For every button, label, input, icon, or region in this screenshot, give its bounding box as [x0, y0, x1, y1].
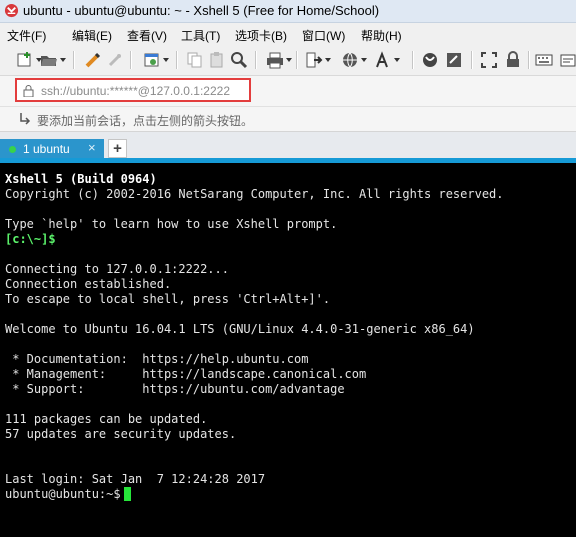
- paste-icon[interactable]: [208, 50, 226, 70]
- disconnect-icon[interactable]: [84, 50, 102, 70]
- transfer-icon[interactable]: [305, 50, 331, 70]
- connection-status-icon: [9, 146, 16, 153]
- hint-bar: 要添加当前会话，点击左侧的箭头按钮。: [0, 107, 576, 132]
- terminal-area[interactable]: Xshell 5 (Build 0964) Copyright (c) 2002…: [0, 163, 576, 537]
- close-tab-icon[interactable]: ×: [88, 140, 96, 155]
- window-title: ubuntu - ubuntu@ubuntu: ~ - Xshell 5 (Fr…: [23, 3, 380, 18]
- terminal-line: Last login: Sat Jan 7 12:24:28 2017: [5, 472, 266, 486]
- add-session-arrow-icon[interactable]: [18, 112, 32, 126]
- new-session-icon[interactable]: [16, 50, 42, 70]
- title-bar: ubuntu - ubuntu@ubuntu: ~ - Xshell 5 (Fr…: [0, 0, 576, 23]
- compose-icon[interactable]: [560, 50, 576, 70]
- xftp-icon[interactable]: [421, 50, 439, 70]
- open-folder-icon[interactable]: [40, 50, 66, 70]
- menu-help[interactable]: 帮助(H): [361, 27, 402, 44]
- terminal-line: Copyright (c) 2002-2016 NetSarang Comput…: [5, 187, 504, 201]
- menu-file[interactable]: 文件(F): [7, 27, 46, 44]
- reconnect-icon[interactable]: [106, 50, 124, 70]
- terminal-line: Welcome to Ubuntu 16.04.1 LTS (GNU/Linux…: [5, 322, 475, 336]
- terminal-line: * Management: https://landscape.canonica…: [5, 367, 367, 381]
- xshell-app-icon: [4, 3, 19, 18]
- script-icon[interactable]: [445, 50, 463, 70]
- local-prompt: [c:\~]$: [5, 232, 56, 246]
- menu-tools[interactable]: 工具(T): [181, 27, 220, 44]
- terminal-line: * Support: https://ubuntu.com/advantage: [5, 382, 345, 396]
- font-icon[interactable]: [374, 50, 400, 70]
- terminal-cursor: [124, 487, 131, 501]
- terminal-line: Connecting to 127.0.0.1:2222...: [5, 262, 229, 276]
- menu-bar: 文件(F) 编辑(E) 查看(V) 工具(T) 选项卡(B) 窗口(W) 帮助(…: [0, 23, 576, 45]
- xshell-window: ubuntu - ubuntu@ubuntu: ~ - Xshell 5 (Fr…: [0, 0, 576, 537]
- menu-window[interactable]: 窗口(W): [302, 27, 345, 44]
- terminal-line: Type `help' to learn how to use Xshell p…: [5, 217, 338, 231]
- terminal-line: 57 updates are security updates.: [5, 427, 237, 441]
- tab-bar: 1 ubuntu × +: [0, 132, 576, 163]
- terminal-line: Xshell 5 (Build 0964): [5, 172, 157, 186]
- address-input[interactable]: ssh://ubuntu:******@127.0.0.1:2222: [41, 84, 230, 98]
- lock-screen-icon[interactable]: [504, 50, 522, 70]
- menu-edit[interactable]: 编辑(E): [72, 27, 112, 44]
- globe-icon[interactable]: [341, 50, 367, 70]
- address-field[interactable]: ssh://ubuntu:******@127.0.0.1:2222: [15, 78, 251, 102]
- copy-icon[interactable]: [186, 50, 204, 70]
- properties-icon[interactable]: [143, 50, 169, 70]
- toolbar: [0, 45, 576, 76]
- hint-text: 要添加当前会话，点击左侧的箭头按钮。: [37, 114, 254, 128]
- terminal-line: * Documentation: https://help.ubuntu.com: [5, 352, 309, 366]
- terminal-line: 111 packages can be updated.: [5, 412, 208, 426]
- address-bar: ssh://ubuntu:******@127.0.0.1:2222: [0, 76, 576, 107]
- find-icon[interactable]: [230, 50, 248, 70]
- menu-view[interactable]: 查看(V): [127, 27, 167, 44]
- lock-icon: [23, 85, 34, 97]
- shell-prompt: ubuntu@ubuntu:~$: [5, 487, 128, 501]
- terminal-line: To escape to local shell, press 'Ctrl+Al…: [5, 292, 331, 306]
- terminal-line: Connection established.: [5, 277, 172, 291]
- tab-ubuntu[interactable]: 1 ubuntu ×: [0, 139, 104, 159]
- new-tab-button[interactable]: +: [108, 139, 127, 158]
- keyboard-icon[interactable]: [535, 50, 553, 70]
- fullscreen-icon[interactable]: [480, 50, 498, 70]
- menu-tabs[interactable]: 选项卡(B): [235, 27, 287, 44]
- tab-label: 1 ubuntu: [23, 142, 70, 156]
- print-icon[interactable]: [266, 50, 292, 70]
